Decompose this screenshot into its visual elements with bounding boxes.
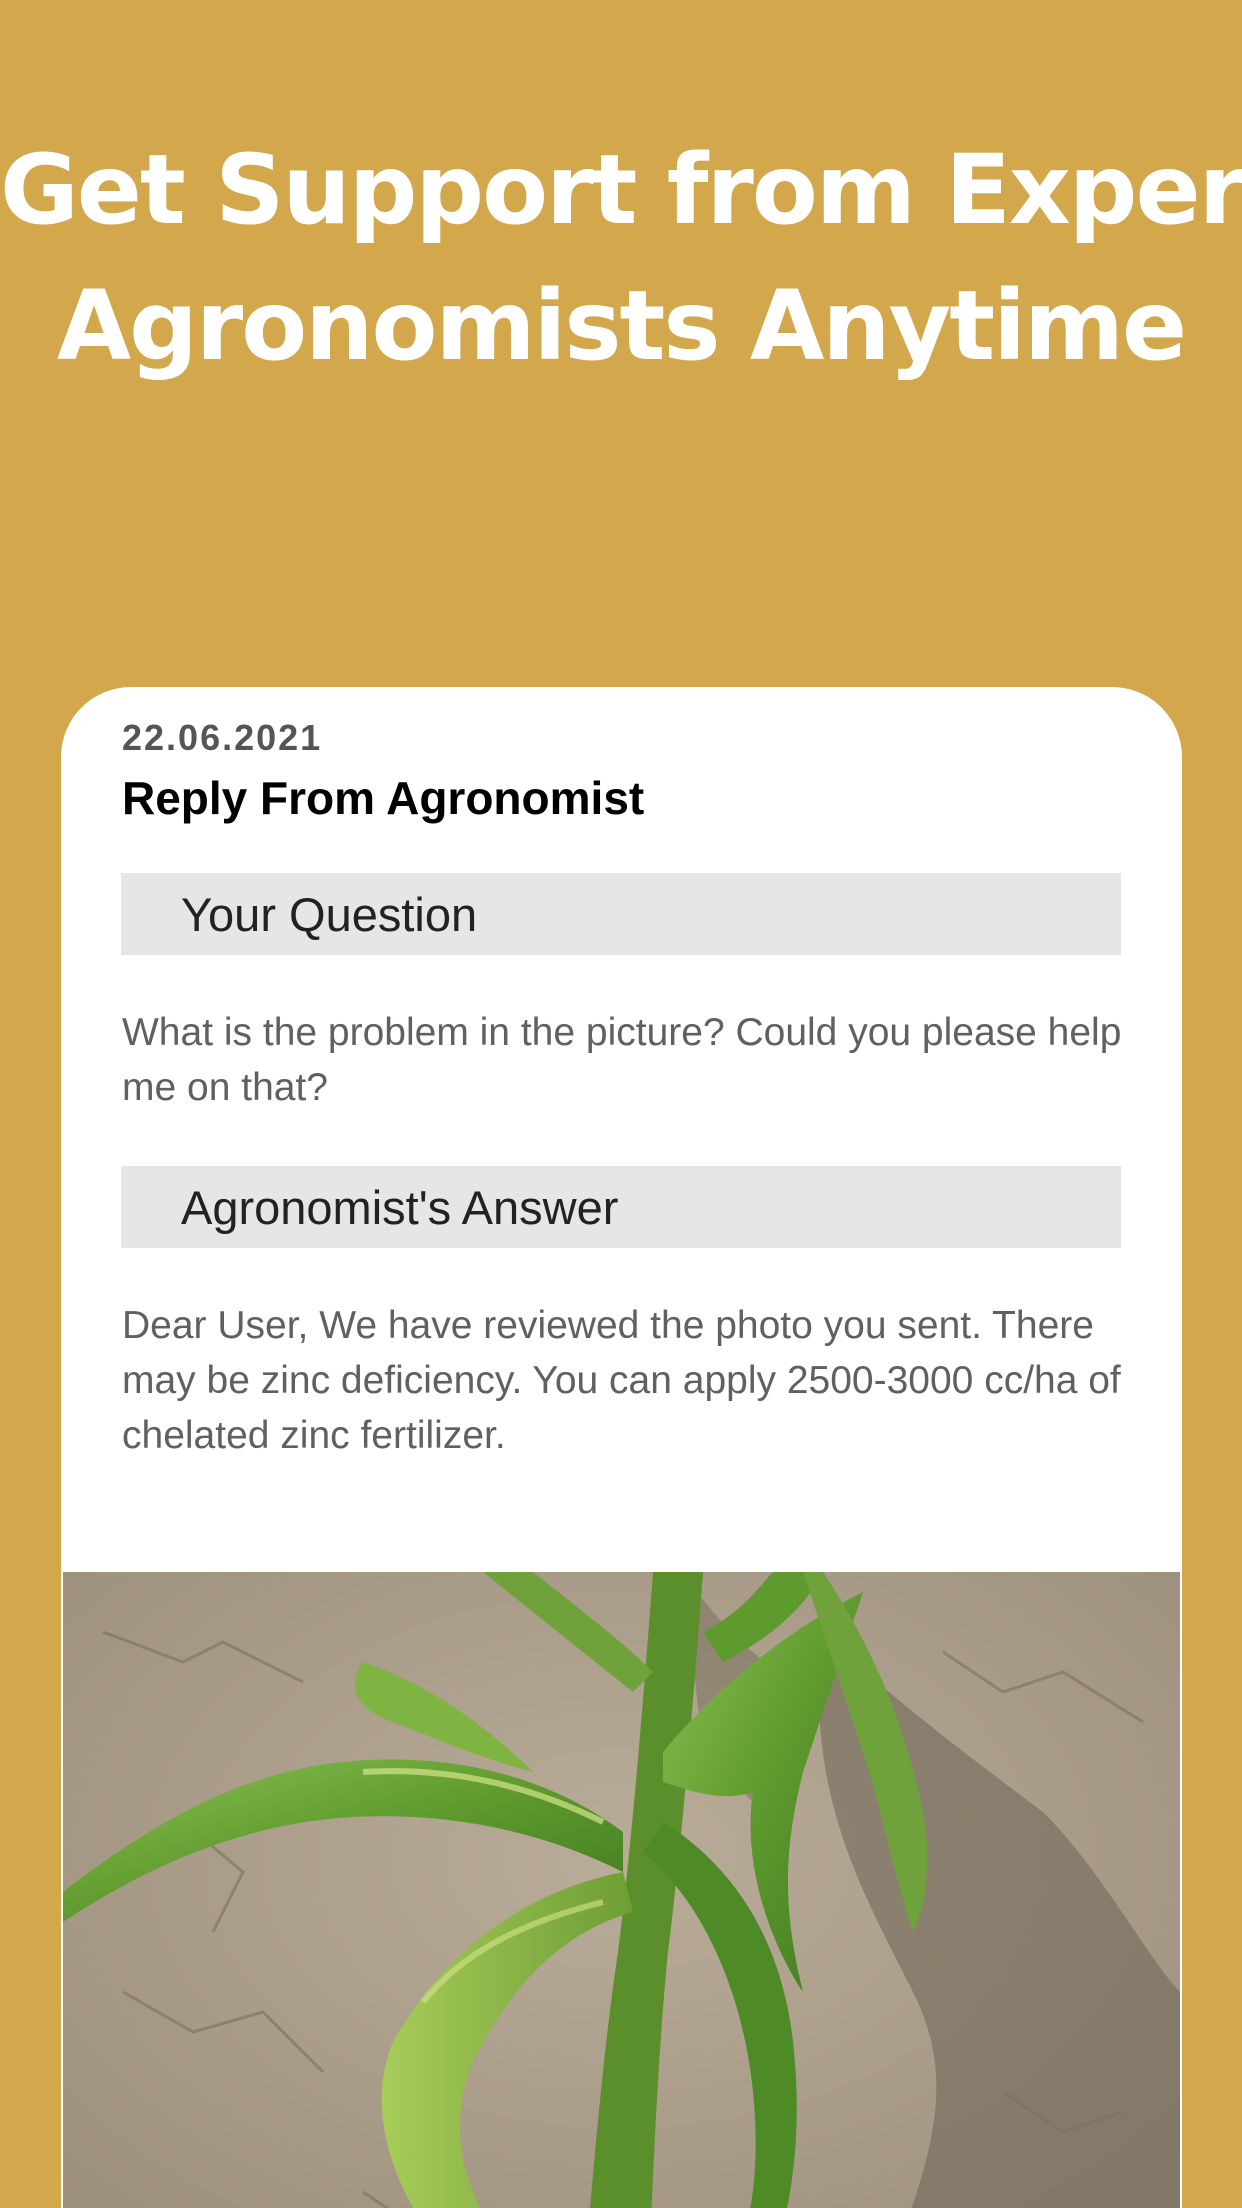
headline-line-2: Agronomists Anytime: [56, 270, 1187, 382]
answer-text: Dear User, We have reviewed the photo yo…: [122, 1304, 1121, 1457]
headline-line-1: Get Support from Expert: [0, 134, 1242, 246]
headline: Get Support from Expert Agronomists Anyt…: [0, 122, 1242, 394]
reply-date: 22.06.2021: [122, 717, 323, 758]
question-text: What is the problem in the picture? Coul…: [122, 1011, 1122, 1109]
reply-title: Reply From Agronomist: [122, 772, 645, 824]
answer-header-label: Agronomist's Answer: [181, 1181, 619, 1234]
reply-card: 22.06.2021 Reply From Agronomist Your Qu…: [61, 687, 1182, 2208]
question-header-label: Your Question: [181, 888, 478, 941]
answer-header: Agronomist's Answer: [121, 1166, 1121, 1248]
question-header: Your Question: [121, 873, 1121, 955]
crop-photo: [63, 1572, 1180, 2208]
